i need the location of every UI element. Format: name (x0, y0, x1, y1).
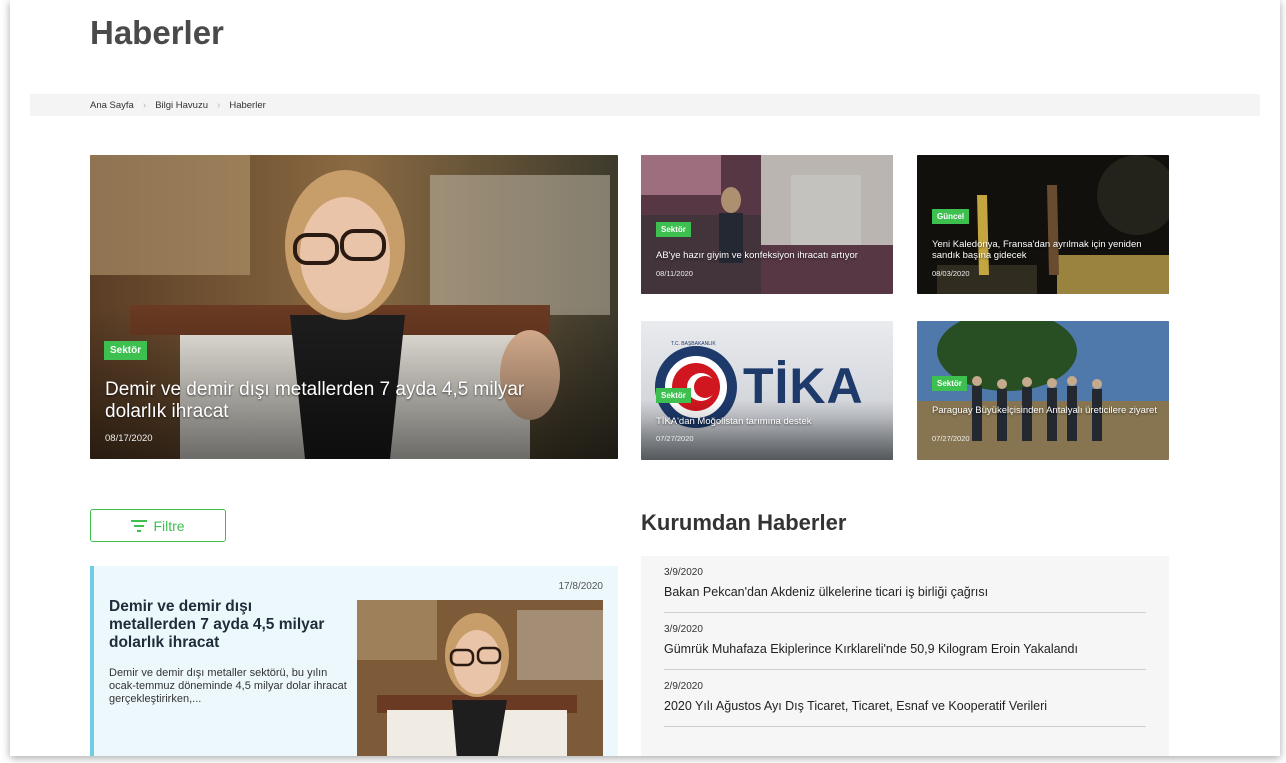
news-date: 08/03/2020 (932, 269, 970, 278)
list-item[interactable]: 3/9/2020 Gümrük Muhafaza Ekiplerince Kır… (664, 624, 1146, 670)
category-badge: Güncel (932, 209, 970, 224)
news-date: 07/27/2020 (656, 434, 694, 443)
featured-news-item[interactable]: 17/8/2020 Demir ve demir dışı metallerde… (90, 566, 618, 756)
featured-description: Demir ve demir dışı metaller sektörü, bu… (109, 667, 347, 705)
news-item-date: 3/9/2020 (664, 624, 703, 635)
list-item[interactable]: 2/9/2020 2020 Yılı Ağustos Ayı Dış Ticar… (664, 681, 1146, 727)
news-item-title[interactable]: 2020 Yılı Ağustos Ayı Dış Ticaret, Ticar… (664, 699, 1146, 713)
breadcrumb: Ana Sayfa › Bilgi Havuzu › Haberler (30, 94, 1260, 116)
breadcrumb-home-link[interactable]: Ana Sayfa (90, 100, 134, 111)
news-title[interactable]: AB'ye hazır giyim ve konfeksiyon ihracat… (656, 250, 886, 261)
institution-news-title: Kurumdan Haberler (641, 510, 847, 535)
hero-date: 08/17/2020 (105, 433, 153, 444)
news-item-date: 2/9/2020 (664, 681, 703, 692)
news-card[interactable]: Sektör AB'ye hazır giyim ve konfeksiyon … (641, 155, 893, 294)
featured-photo (357, 600, 603, 756)
chevron-right-icon: › (142, 99, 147, 111)
filter-label: Filtre (153, 517, 185, 534)
category-badge: Sektör (104, 341, 148, 360)
page-title: Haberler (90, 14, 224, 51)
news-date: 08/11/2020 (656, 269, 693, 278)
category-badge: Sektör (656, 222, 691, 237)
news-title[interactable]: Yeni Kaledonya, Fransa'dan ayrılmak için… (932, 239, 1157, 261)
hero-title[interactable]: Demir ve demir dışı metallerden 7 ayda 4… (105, 379, 565, 423)
hero-news-card[interactable]: Sektör Demir ve demir dışı metallerden 7… (90, 155, 618, 459)
news-item-title[interactable]: Gümrük Muhafaza Ekiplerince Kırklareli'n… (664, 642, 1146, 656)
breadcrumb-current: Haberler (229, 99, 266, 111)
list-item[interactable]: 3/9/2020 Bakan Pekcan'dan Akdeniz ülkele… (664, 567, 1146, 613)
news-item-title[interactable]: Bakan Pekcan'dan Akdeniz ülkelerine tica… (664, 585, 1146, 599)
news-card[interactable]: TİKA T.C. BAŞBAKANLIK Sektör TİKA'dan Mo… (641, 321, 893, 460)
category-badge: Sektör (932, 376, 967, 391)
news-title[interactable]: Paraguay Büyükelçisinden Antalyalı üreti… (932, 405, 1167, 416)
breadcrumb-knowledge-link[interactable]: Bilgi Havuzu (155, 100, 208, 111)
featured-date: 17/8/2020 (558, 581, 604, 592)
news-card[interactable]: Sektör Paraguay Büyükelçisinden Antalyal… (917, 321, 1169, 460)
institution-news-list: 3/9/2020 Bakan Pekcan'dan Akdeniz ülkele… (641, 556, 1169, 756)
filter-button[interactable]: Filtre (90, 509, 226, 542)
filter-icon (131, 519, 148, 532)
browser-page: Haberler Ana Sayfa › Bilgi Havuzu › Habe… (10, 0, 1280, 756)
news-date: 07/27/2020 (932, 434, 970, 443)
news-item-date: 3/9/2020 (664, 567, 703, 578)
category-badge: Sektör (656, 388, 691, 403)
news-title[interactable]: TİKA'dan Moğolistan tarımına destek (656, 416, 881, 427)
news-card[interactable]: Güncel Yeni Kaledonya, Fransa'dan ayrılm… (917, 155, 1169, 294)
featured-title[interactable]: Demir ve demir dışı metallerden 7 ayda 4… (109, 598, 339, 652)
tika-seal-text: T.C. BAŞBAKANLIK (671, 341, 716, 347)
chevron-right-icon: › (217, 99, 221, 111)
